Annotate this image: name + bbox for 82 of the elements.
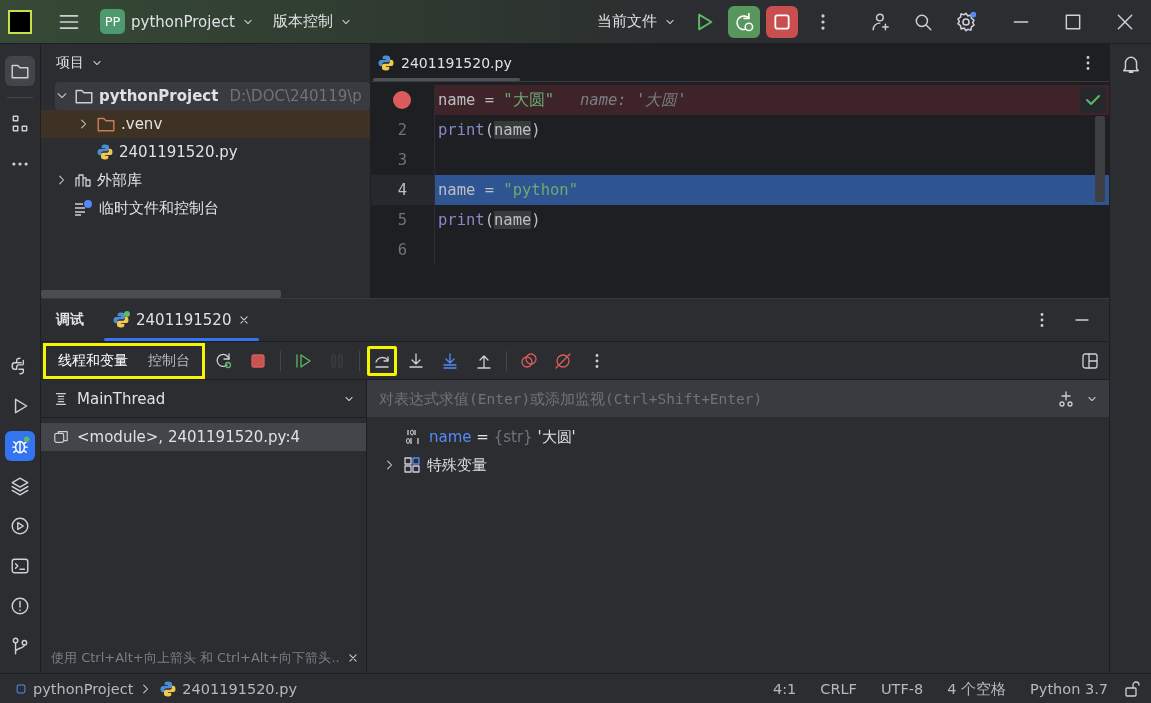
services-icon[interactable] (10, 516, 30, 536)
python-icon (159, 680, 178, 698)
stack-frame[interactable]: <module>, 2401191520.py:4 (41, 423, 366, 451)
app-logo-icon[interactable] (8, 9, 32, 34)
status-item[interactable]: Python 3.7 (1021, 681, 1117, 697)
tree-label: pythonProject (99, 87, 219, 105)
tree-item[interactable]: 外部库 (41, 166, 370, 194)
settings-icon[interactable] (955, 10, 977, 33)
debug-tool-button[interactable] (5, 431, 35, 461)
breakpoints-icon (520, 351, 538, 370)
layout-icon[interactable] (1081, 351, 1099, 370)
scrollbar[interactable] (1095, 116, 1105, 202)
code-text: print(name) (437, 120, 541, 141)
editor-tab[interactable]: 2401191520.py (371, 44, 522, 81)
module-icon (14, 682, 28, 696)
python-icon (377, 53, 395, 72)
python-icon (96, 143, 114, 161)
breakpoint-icon[interactable] (393, 91, 411, 109)
rerun-icon (215, 351, 233, 370)
stop-icon (249, 351, 267, 370)
scratch-file-icon (74, 199, 94, 217)
tree-label: 临时文件和控制台 (99, 198, 219, 218)
tree-label: 2401191520.py (119, 143, 238, 161)
variable-group[interactable]: 特殊变量 (367, 451, 1109, 479)
variable-text: name = {str} '大圆' (429, 427, 576, 447)
stop-icon (772, 11, 792, 32)
thread-icon (53, 390, 69, 407)
status-item[interactable]: 4 个空格 (938, 679, 1016, 699)
view-tab[interactable]: 线程和变量 (50, 347, 136, 374)
stop-button[interactable] (766, 5, 798, 38)
problems-icon[interactable] (10, 596, 30, 616)
tree-label: .venv (121, 115, 163, 133)
tree-label: 外部库 (97, 170, 142, 190)
project-menu[interactable]: PP pythonProject (94, 5, 261, 38)
terminal-icon[interactable] (10, 556, 30, 576)
panel-title: 调试 (56, 311, 84, 329)
project-tool-button[interactable] (5, 56, 35, 86)
rerun-bug-icon (733, 10, 755, 33)
notifications-icon[interactable] (1120, 54, 1141, 74)
python-icon (112, 311, 130, 329)
code-text: name = "python" (437, 180, 578, 201)
tree-item[interactable]: 2401191520.py (41, 138, 370, 166)
add-user-icon[interactable] (871, 11, 891, 32)
step-over-button[interactable] (367, 345, 397, 376)
inspection-status[interactable] (1080, 87, 1106, 113)
view-tab[interactable]: 控制台 (140, 347, 198, 374)
inline-value: name: '大圆' (580, 89, 687, 111)
structure-icon[interactable] (10, 114, 30, 134)
code-text: name = "大圆" (437, 89, 554, 111)
status-item[interactable]: 4:1 (763, 681, 806, 697)
library-icon (74, 171, 92, 189)
breadcrumb[interactable]: pythonProject (14, 681, 134, 697)
status-item[interactable]: UTF-8 (871, 681, 933, 697)
git-branch-icon[interactable] (10, 636, 30, 656)
scrollbar[interactable] (41, 290, 281, 298)
panel-title: 项目 (56, 54, 84, 72)
more-icon (595, 353, 599, 368)
session-tab[interactable]: 2401191520 (104, 299, 260, 341)
status-item[interactable]: CRLF (811, 681, 866, 697)
project-path: D:\DOC\240119\p (229, 87, 362, 105)
watch-icon[interactable] (1057, 389, 1075, 408)
rerun-debug-button[interactable] (728, 5, 760, 38)
step-into-icon (441, 351, 459, 370)
bug-icon (10, 436, 30, 456)
tree-item[interactable]: 临时文件和控制台 (41, 194, 370, 222)
evaluate-field[interactable]: 对表达式求值(Enter)或添加监视(Ctrl+Shift+Enter) (377, 389, 1047, 408)
vcs-menu[interactable]: 版本控制 (266, 8, 359, 35)
variable-row[interactable]: name = {str} '大圆' (367, 423, 1109, 451)
tree-item[interactable]: pythonProject D:\DOC\240119\p (55, 82, 370, 110)
tree-item[interactable]: .venv (41, 110, 370, 138)
grid-icon (403, 456, 421, 474)
mute-breakpoints-icon (554, 351, 572, 370)
breadcrumb[interactable]: 2401191520.py (159, 680, 297, 698)
step-into-icon (407, 351, 425, 370)
run-config-menu[interactable]: 当前文件 (591, 8, 683, 35)
line-number: 4 (371, 175, 435, 205)
lock-icon[interactable] (1123, 680, 1141, 698)
layers-icon[interactable] (10, 476, 30, 496)
code-text: print(name) (437, 210, 541, 231)
evaluate-bar[interactable]: 对表达式求值(Enter)或添加监视(Ctrl+Shift+Enter) (367, 380, 1109, 417)
frame-icon (53, 429, 69, 445)
hint-text: 使用 Ctrl+Alt+向上箭头 和 Ctrl+Alt+向下箭头.. (51, 649, 340, 667)
